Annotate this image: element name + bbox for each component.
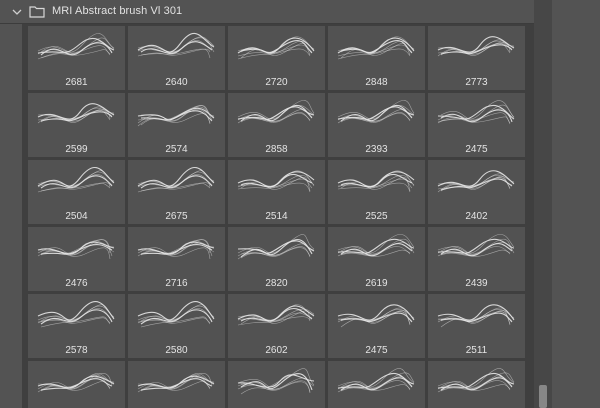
folder-icon — [29, 6, 45, 18]
brush-size-label: 2820 — [265, 278, 288, 289]
brush-size-label: 2514 — [265, 211, 288, 222]
brush-size-label: 2773 — [465, 77, 488, 88]
brush-tile[interactable]: 2720 — [228, 26, 325, 90]
brush-tile[interactable]: 2475 — [328, 294, 425, 358]
brush-tile[interactable]: 2525 — [328, 160, 425, 224]
brush-size-label: 2640 — [165, 77, 188, 88]
brush-tile[interactable] — [428, 361, 525, 408]
brush-stroke-preview — [137, 373, 215, 393]
brush-size-label: 2574 — [165, 144, 188, 155]
brush-size-label: 2675 — [165, 211, 188, 222]
brush-size-label: 2720 — [265, 77, 288, 88]
brush-stroke-preview — [37, 373, 115, 393]
brush-size-label: 2578 — [65, 345, 88, 356]
brush-size-label: 2504 — [65, 211, 88, 222]
brush-tile[interactable]: 2602 — [228, 294, 325, 358]
brush-size-label: 2475 — [465, 144, 488, 155]
brush-size-label: 2475 — [365, 345, 388, 356]
brush-size-label: 2858 — [265, 144, 288, 155]
brush-tile[interactable]: 2476 — [28, 227, 125, 291]
brush-size-label: 2511 — [465, 345, 488, 356]
brush-size-label: 2599 — [65, 144, 88, 155]
brush-tile[interactable]: 2514 — [228, 160, 325, 224]
brush-tile[interactable]: 2619 — [328, 227, 425, 291]
brush-size-label: 2848 — [365, 77, 388, 88]
scrollbar[interactable] — [534, 0, 552, 408]
brush-stroke-preview — [237, 368, 315, 395]
brush-stroke-preview — [337, 368, 415, 393]
scrollbar-thumb[interactable] — [539, 385, 547, 408]
brush-tile[interactable]: 2580 — [128, 294, 225, 358]
brush-tile[interactable]: 2578 — [28, 294, 125, 358]
brush-tile[interactable]: 2640 — [128, 26, 225, 90]
brush-size-label: 2580 — [165, 345, 188, 356]
brush-tile[interactable] — [28, 361, 125, 408]
brush-size-label: 2439 — [465, 278, 488, 289]
brush-tile[interactable]: 2716 — [128, 227, 225, 291]
brush-tile[interactable]: 2393 — [328, 93, 425, 157]
brush-set-header[interactable]: MRI Abstract brush Vl 301 — [0, 0, 534, 24]
brush-size-label: 2476 — [65, 278, 88, 289]
brush-size-label: 2681 — [65, 77, 88, 88]
brush-tile[interactable]: 2773 — [428, 26, 525, 90]
brush-size-label: 2619 — [365, 278, 388, 289]
brush-tile[interactable]: 2439 — [428, 227, 525, 291]
brush-size-label: 2602 — [265, 345, 288, 356]
brush-tile[interactable] — [128, 361, 225, 408]
brush-stroke-preview — [437, 368, 515, 393]
brush-size-label: 2716 — [165, 278, 188, 289]
brush-tile[interactable]: 2511 — [428, 294, 525, 358]
brush-tile[interactable]: 2858 — [228, 93, 325, 157]
brush-tile[interactable]: 2848 — [328, 26, 425, 90]
side-panel — [552, 0, 600, 408]
brush-set-title: MRI Abstract brush Vl 301 — [52, 5, 183, 17]
brush-grid: 2681 2640 2720 2848 2773 2599 2574 2858 2393 2475… — [22, 24, 534, 408]
brush-tile[interactable]: 2402 — [428, 160, 525, 224]
brush-size-label: 2525 — [365, 211, 388, 222]
brush-tile[interactable]: 2475 — [428, 93, 525, 157]
brush-tile[interactable]: 2820 — [228, 227, 325, 291]
brush-tile[interactable]: 2504 — [28, 160, 125, 224]
brush-tile[interactable]: 2574 — [128, 93, 225, 157]
brush-tile[interactable]: 2599 — [28, 93, 125, 157]
brush-tile[interactable] — [228, 361, 325, 408]
brush-tile[interactable] — [328, 361, 425, 408]
chevron-down-icon[interactable] — [11, 6, 23, 18]
brush-size-label: 2393 — [365, 144, 388, 155]
brush-size-label: 2402 — [465, 211, 488, 222]
brush-tile[interactable]: 2681 — [28, 26, 125, 90]
brush-tile[interactable]: 2675 — [128, 160, 225, 224]
